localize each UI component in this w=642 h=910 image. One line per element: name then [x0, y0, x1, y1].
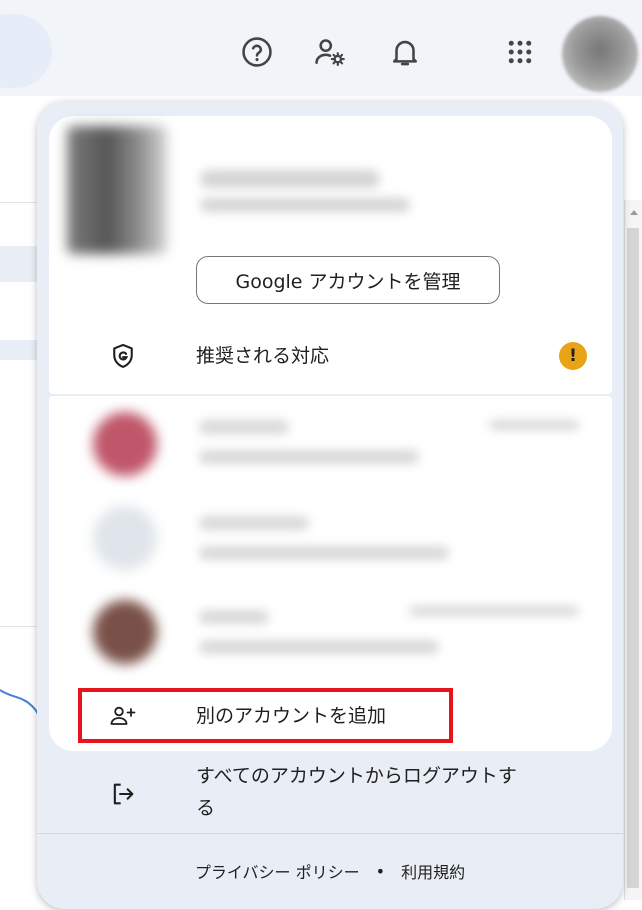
- recommended-action-label: 推奨される対応: [196, 345, 330, 367]
- profile-photo: [67, 126, 167, 254]
- apps-grid-icon[interactable]: [502, 34, 538, 70]
- privacy-policy-link[interactable]: プライバシー ポリシー: [195, 859, 360, 883]
- background-divider: [0, 626, 40, 627]
- scroll-up-arrow-icon[interactable]: [630, 210, 638, 215]
- account-name-blurred: [199, 610, 269, 624]
- app-header: [0, 0, 642, 96]
- sign-out-all-item[interactable]: すべてのアカウントからログアウトす る: [49, 756, 612, 828]
- terms-link[interactable]: 利用規約: [401, 859, 465, 883]
- sign-out-all-label-line2: る: [196, 797, 216, 819]
- help-circle-icon[interactable]: [239, 34, 275, 70]
- account-name-blurred: [199, 516, 309, 530]
- account-avatar: [93, 412, 157, 476]
- search-bar[interactable]: [0, 14, 52, 88]
- account-avatar: [93, 506, 157, 570]
- person-settings-icon[interactable]: [312, 34, 348, 70]
- background-band: [0, 340, 40, 360]
- account-status-blurred: [489, 420, 579, 430]
- account-email-blurred: [199, 640, 439, 654]
- account-email-blurred: [199, 546, 449, 560]
- bell-icon[interactable]: [387, 34, 423, 70]
- shield-g-icon: [109, 342, 137, 370]
- add-account-item[interactable]: 別のアカウントを追加: [49, 690, 612, 742]
- warning-badge-icon: !: [559, 342, 587, 370]
- account-email-blurred: [199, 450, 419, 464]
- account-email-blurred: [200, 198, 410, 212]
- footer-divider: [37, 833, 623, 834]
- menu-footer: プライバシー ポリシー • 利用規約: [37, 850, 623, 892]
- recommended-action-item[interactable]: 推奨される対応 !: [49, 324, 612, 388]
- background-chart-line: [0, 689, 40, 729]
- account-list-item[interactable]: [49, 586, 612, 678]
- account-list-item[interactable]: [49, 492, 612, 584]
- account-name-blurred: [200, 170, 380, 188]
- account-list-item[interactable]: [49, 398, 612, 490]
- manage-account-button[interactable]: Google アカウントを管理: [196, 256, 500, 304]
- sign-out-all-label-line1: すべてのアカウントからログアウトす: [196, 765, 517, 787]
- person-add-icon: [109, 702, 137, 730]
- add-account-label: 別のアカウントを追加: [196, 705, 387, 727]
- background-band: [0, 246, 40, 282]
- logout-icon: [109, 780, 137, 808]
- scrollbar-thumb[interactable]: [627, 228, 639, 888]
- background-divider: [0, 202, 40, 203]
- account-name-blurred: [199, 420, 289, 434]
- account-avatar: [93, 600, 157, 664]
- footer-separator: •: [375, 861, 386, 881]
- account-avatar-icon[interactable]: [562, 16, 638, 92]
- account-status-blurred: [409, 606, 579, 616]
